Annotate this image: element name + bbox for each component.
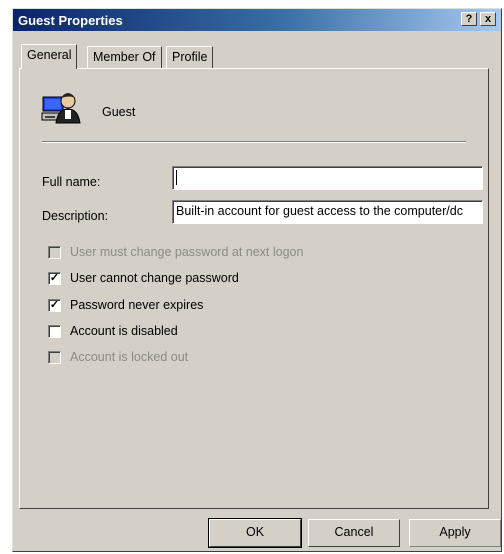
properties-dialog: Guest Properties ? x General Member Of P… <box>12 8 502 552</box>
account-name: Guest <box>102 105 136 119</box>
account-locked-out-label: Account is locked out <box>70 350 189 364</box>
password-never-expires-checkbox[interactable]: ✓ <box>48 299 61 312</box>
close-icon: x <box>484 13 492 25</box>
tab-general-label: General <box>27 48 72 62</box>
full-name-field[interactable] <box>172 166 483 190</box>
help-icon: ? <box>465 13 473 25</box>
description-field[interactable]: Built-in account for guest access to the… <box>172 200 483 224</box>
description-value: Built-in account for guest access to the… <box>176 204 463 218</box>
apply-button[interactable]: Apply <box>409 519 501 547</box>
ok-button-label: OK <box>245 525 265 539</box>
account-disabled-label: Account is disabled <box>70 324 178 338</box>
cannot-change-password-label: User cannot change password <box>70 271 239 285</box>
help-button[interactable]: ? <box>461 12 477 26</box>
general-tab-panel: Guest Full name: Description: Built-in a… <box>19 68 489 509</box>
password-never-expires-label: Password never expires <box>70 298 204 312</box>
cancel-button[interactable]: Cancel <box>308 519 400 547</box>
apply-button-label: Apply <box>439 525 471 539</box>
header-divider <box>42 141 466 143</box>
tab-general[interactable]: General <box>21 44 78 69</box>
user-account-computer-icon <box>41 93 81 124</box>
tab-member-of-label: Member Of <box>93 50 156 64</box>
tab-profile-label: Profile <box>172 50 208 64</box>
must-change-password-checkbox[interactable] <box>48 246 61 259</box>
cancel-button-label: Cancel <box>334 525 374 539</box>
account-locked-out-checkbox[interactable] <box>48 351 61 364</box>
tab-profile[interactable]: Profile <box>166 46 214 68</box>
full-name-label: Full name: <box>42 175 101 189</box>
ok-button[interactable]: OK <box>208 518 302 548</box>
tab-member-of[interactable]: Member Of <box>87 46 162 68</box>
title-bar[interactable]: Guest Properties ? x <box>13 9 501 31</box>
cannot-change-password-checkbox[interactable]: ✓ <box>48 272 61 285</box>
account-disabled-checkbox[interactable] <box>48 325 61 338</box>
description-label: Description: <box>42 209 108 223</box>
window-title: Guest Properties <box>18 13 123 28</box>
close-button[interactable]: x <box>480 12 496 26</box>
text-caret <box>176 170 177 186</box>
must-change-password-label: User must change password at next logon <box>70 245 304 259</box>
